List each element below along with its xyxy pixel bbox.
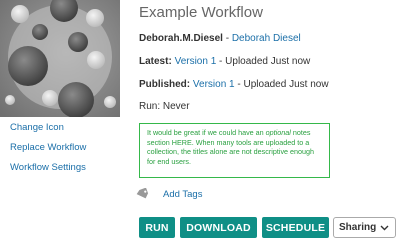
owner-line: Deborah.M.Diesel - Deborah Diesel (139, 33, 301, 44)
notes-emphasis: optional (265, 128, 291, 137)
latest-version-line: Latest: Version 1 - Uploaded Just now (139, 56, 310, 67)
notes-text-1: It would be great if we could have an (147, 128, 266, 137)
run-info-text: Run: Never (139, 101, 190, 112)
published-status: - Uploaded Just now (234, 79, 329, 90)
latest-status: - Uploaded Just now (216, 56, 311, 67)
workflow-title: Example Workflow (139, 4, 263, 21)
chevron-down-icon (380, 225, 389, 231)
replace-workflow-link[interactable]: Replace Workflow (10, 142, 86, 153)
schedule-button[interactable]: SCHEDULE (262, 217, 329, 238)
workflow-settings-link[interactable]: Workflow Settings (10, 162, 86, 173)
published-version-link[interactable]: Version 1 (193, 79, 235, 90)
sharing-dropdown[interactable]: Sharing (333, 217, 396, 238)
run-info: Run: Never (139, 101, 190, 112)
owner-name-link[interactable]: Deborah Diesel (232, 33, 301, 44)
workflow-detail-page: Change Icon Replace Workflow Workflow Se… (0, 0, 400, 243)
workflow-notes: It would be great if we could have an op… (139, 123, 330, 178)
owner-username: Deborah.M.Diesel (139, 33, 223, 44)
owner-separator: - (222, 33, 232, 44)
workflow-image (0, 0, 120, 117)
workflow-image-art (0, 0, 120, 117)
change-icon-link[interactable]: Change Icon (10, 122, 86, 133)
workflow-side-links: Change Icon Replace Workflow Workflow Se… (10, 122, 86, 182)
tags-row: Add Tags (136, 188, 202, 200)
tag-icon (136, 188, 149, 199)
latest-version-link[interactable]: Version 1 (175, 56, 217, 67)
download-button[interactable]: DOWNLOAD (180, 217, 257, 238)
run-button[interactable]: RUN (139, 217, 175, 238)
published-version-line: Published: Version 1 - Uploaded Just now (139, 79, 329, 90)
add-tags-link[interactable]: Add Tags (163, 189, 202, 200)
published-label: Published: (139, 79, 191, 90)
latest-label: Latest: (139, 56, 172, 67)
sharing-label: Sharing (339, 222, 377, 233)
